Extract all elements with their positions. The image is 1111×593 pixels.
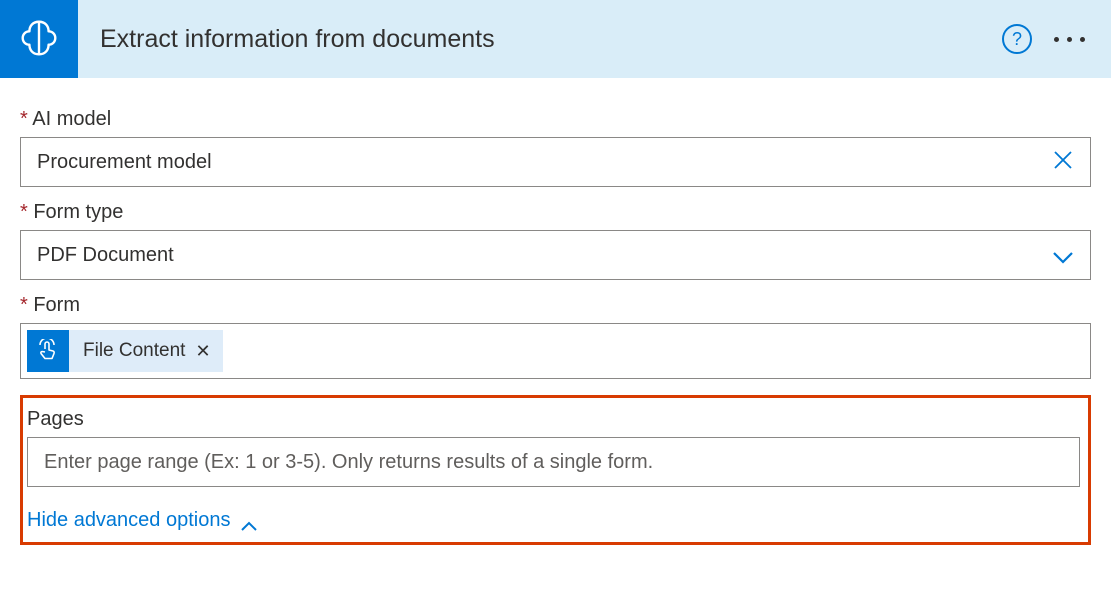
token-remove-icon[interactable]: ✕: [195, 341, 210, 362]
token-label: File Content: [83, 340, 185, 362]
form-type-select[interactable]: PDF Document: [20, 230, 1091, 280]
form-token-input[interactable]: File Content ✕: [20, 323, 1091, 379]
connector-icon-box: [0, 0, 78, 78]
form-type-label: Form type: [20, 201, 1091, 224]
field-ai-model: AI model Procurement model: [20, 108, 1091, 187]
dynamic-content-token[interactable]: File Content ✕: [27, 330, 223, 372]
form-label: Form: [20, 294, 1091, 317]
help-icon[interactable]: ?: [1002, 24, 1032, 54]
chevron-up-icon: [240, 515, 258, 527]
chevron-down-icon: [1052, 248, 1074, 262]
hide-advanced-toggle[interactable]: Hide advanced options: [27, 509, 258, 532]
more-menu-icon[interactable]: [1054, 37, 1093, 42]
clear-icon[interactable]: [1052, 149, 1074, 176]
brain-icon: [16, 16, 62, 62]
ai-model-input[interactable]: Procurement model: [20, 137, 1091, 187]
hand-tap-icon: [27, 330, 69, 372]
action-title: Extract information from documents: [78, 25, 1002, 54]
field-form-type: Form type PDF Document: [20, 201, 1091, 280]
pages-label: Pages: [27, 408, 1080, 431]
pages-input[interactable]: [27, 437, 1080, 487]
action-header: Extract information from documents ?: [0, 0, 1111, 78]
ai-model-value: Procurement model: [37, 151, 1052, 174]
highlighted-region: Pages Hide advanced options: [20, 395, 1091, 545]
field-form: Form File Content ✕: [20, 294, 1091, 379]
ai-model-label: AI model: [20, 108, 1091, 131]
hide-advanced-label: Hide advanced options: [27, 509, 230, 532]
form-type-value: PDF Document: [37, 244, 1052, 267]
